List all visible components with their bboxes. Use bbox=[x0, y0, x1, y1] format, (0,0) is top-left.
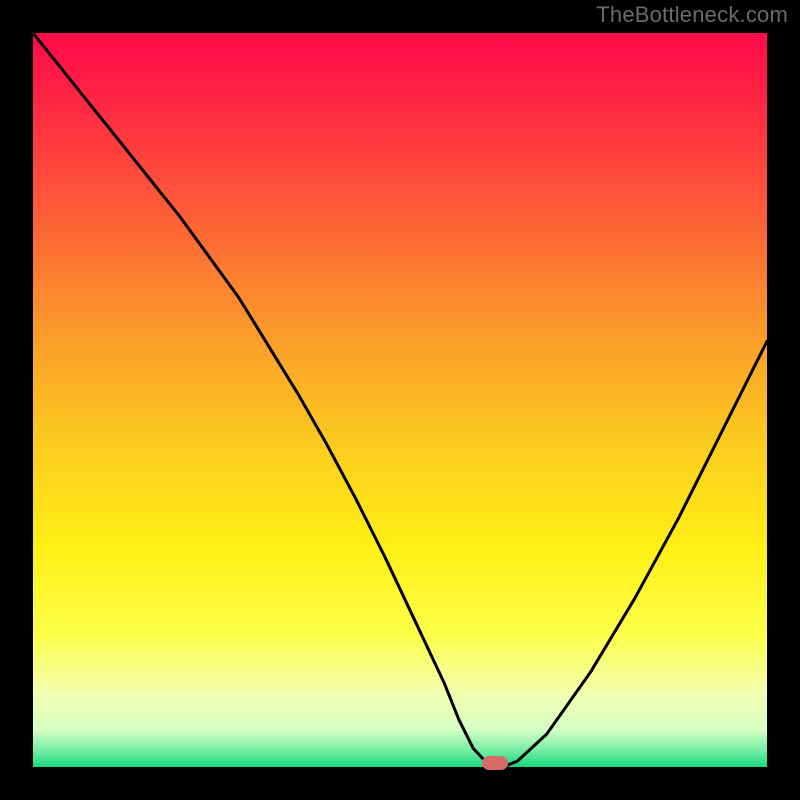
chart-frame: TheBottleneck.com bbox=[0, 0, 800, 800]
optimal-marker bbox=[482, 756, 508, 770]
bottleneck-chart bbox=[33, 33, 767, 767]
watermark-text: TheBottleneck.com bbox=[596, 2, 788, 28]
plot-area bbox=[33, 33, 767, 767]
gradient-background bbox=[33, 33, 767, 767]
